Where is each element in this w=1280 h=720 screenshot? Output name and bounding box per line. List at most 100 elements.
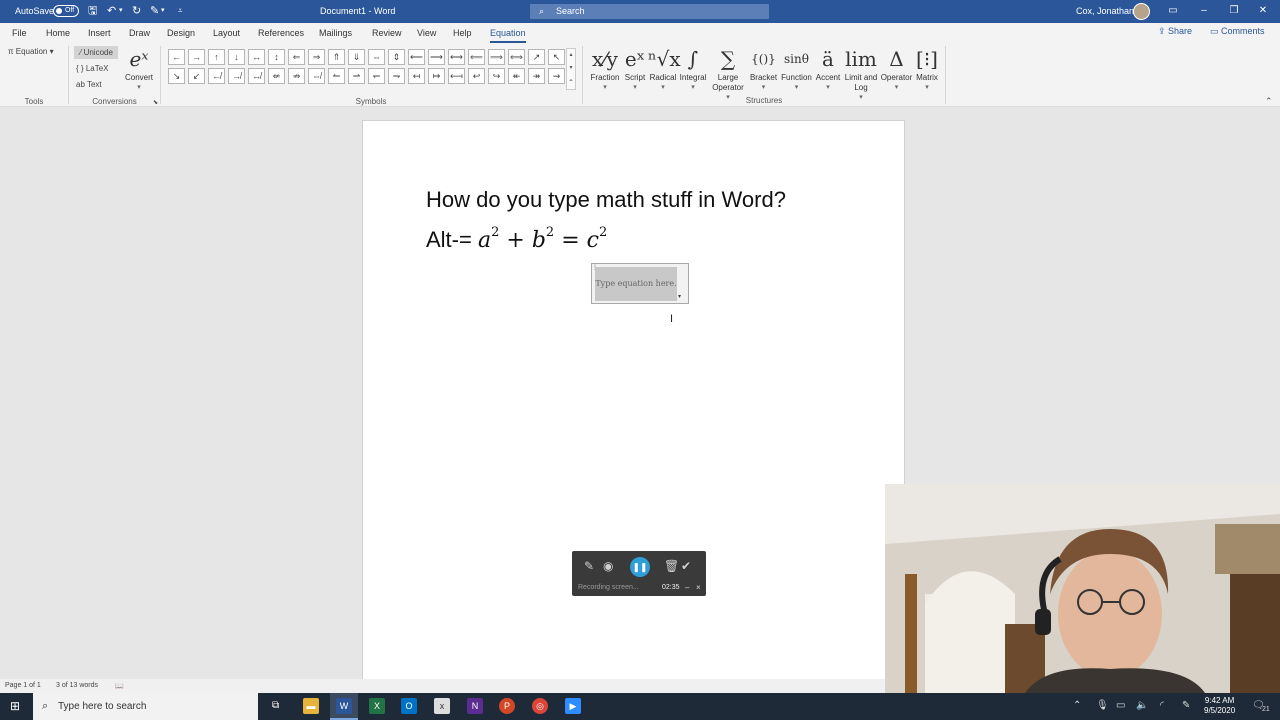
onenote-icon[interactable]: N bbox=[467, 698, 483, 714]
script-button[interactable]: eˣ Script ▾ bbox=[622, 45, 648, 93]
microphone-icon[interactable]: 🎙 bbox=[1096, 700, 1109, 711]
symbol-button[interactable]: ⟻ bbox=[448, 68, 465, 84]
accent-button[interactable]: ä Accent ▾ bbox=[814, 45, 842, 93]
bracket-button[interactable]: {()} Bracket ▾ bbox=[748, 45, 779, 93]
tab-help[interactable]: Help bbox=[453, 28, 472, 38]
format-painter-dropdown-icon[interactable]: ▾ bbox=[161, 4, 165, 18]
tab-view[interactable]: View bbox=[417, 28, 436, 38]
unicode-button[interactable]: ⁄ Unicode bbox=[74, 46, 118, 59]
chrome-icon[interactable]: ◎ bbox=[532, 698, 548, 714]
symbol-button[interactable]: ↚ bbox=[208, 68, 225, 84]
symbol-button[interactable]: ⇎ bbox=[308, 68, 325, 84]
symbols-scroll[interactable]: ▴ ▾ ⩡ bbox=[566, 48, 576, 90]
tab-mailings[interactable]: Mailings bbox=[319, 28, 352, 38]
word-icon[interactable]: W bbox=[336, 698, 352, 714]
fraction-button[interactable]: x⁄y Fraction ▾ bbox=[590, 45, 620, 93]
done-icon[interactable]: ✔ bbox=[681, 559, 691, 573]
symbol-button[interactable]: ⇁ bbox=[388, 68, 405, 84]
close-recorder-icon[interactable]: × bbox=[696, 583, 701, 592]
symbol-button[interactable]: ↔ bbox=[248, 49, 265, 65]
text-button[interactable]: ab Text bbox=[76, 80, 102, 89]
user-name[interactable]: Cox, Jonathan bbox=[1076, 6, 1134, 16]
trash-icon[interactable]: 🗑 bbox=[664, 559, 679, 573]
document-page[interactable]: How do you type math stuff in Word? Alt-… bbox=[362, 120, 905, 690]
symbol-button[interactable]: ⟷ bbox=[448, 49, 465, 65]
minimize-recorder-icon[interactable]: – bbox=[685, 583, 689, 592]
zoom-icon[interactable]: ▶ bbox=[565, 698, 581, 714]
collapse-ribbon-icon[interactable]: ⌃ bbox=[1265, 96, 1273, 107]
restore-icon[interactable]: ❐ bbox=[1224, 4, 1244, 18]
symbol-button[interactable]: ⟵ bbox=[408, 49, 425, 65]
save-icon[interactable]: 🖫 bbox=[88, 4, 97, 18]
autosave-toggle[interactable]: Off bbox=[53, 5, 79, 17]
scroll-up-icon[interactable]: ▴ bbox=[567, 49, 575, 62]
symbol-button[interactable]: ⇏ bbox=[288, 68, 305, 84]
pen-icon[interactable]: ✎ bbox=[584, 559, 594, 573]
outlook-icon[interactable]: O bbox=[401, 698, 417, 714]
symbol-button[interactable]: ↗ bbox=[528, 49, 545, 65]
battery-icon[interactable]: ▭ bbox=[1116, 700, 1125, 711]
symbol-button[interactable]: ↩ bbox=[468, 68, 485, 84]
file-explorer-icon[interactable]: ▬ bbox=[303, 698, 319, 714]
close-icon[interactable]: ✕ bbox=[1253, 4, 1273, 18]
symbol-button[interactable]: ↞ bbox=[508, 68, 525, 84]
symbol-button[interactable]: ⇔ bbox=[368, 49, 385, 65]
taskbar-search[interactable]: ⌕ Type here to search bbox=[33, 693, 258, 720]
symbol-button[interactable]: ⇍ bbox=[268, 68, 285, 84]
equation-placeholder[interactable]: Type equation here. bbox=[595, 267, 677, 301]
symbol-button[interactable]: ↑ bbox=[208, 49, 225, 65]
wifi-icon[interactable]: ◜ bbox=[1160, 700, 1164, 711]
tab-file[interactable]: File bbox=[12, 28, 27, 38]
symbol-button[interactable]: ↛ bbox=[228, 68, 245, 84]
taskbar-clock[interactable]: 9:42 AM 9/5/2020 bbox=[1204, 696, 1235, 716]
operator-button[interactable]: Δ Operator ▾ bbox=[880, 45, 913, 93]
equation-placeholder-box[interactable]: ⋮ Type equation here. ▾ bbox=[591, 263, 689, 304]
symbol-button[interactable]: ↪ bbox=[488, 68, 505, 84]
word-count[interactable]: 3 of 13 words bbox=[56, 682, 98, 689]
page-count[interactable]: Page 1 of 1 bbox=[5, 682, 41, 689]
integral-button[interactable]: ∫ Integral ▾ bbox=[678, 45, 708, 93]
tab-layout[interactable]: Layout bbox=[213, 28, 240, 38]
function-button[interactable]: sinθ Function ▾ bbox=[779, 45, 814, 93]
equation-button[interactable]: π Equation ▾ bbox=[8, 47, 54, 56]
equation[interactable]: a2 + b2 = c2 bbox=[478, 225, 607, 253]
symbol-button[interactable]: ⇕ bbox=[388, 49, 405, 65]
pause-button[interactable]: ❚❚ bbox=[630, 557, 650, 577]
symbol-button[interactable]: ↘ bbox=[168, 68, 185, 84]
radical-button[interactable]: ⁿ√x Radical ▾ bbox=[648, 45, 681, 93]
search-box[interactable]: ⌕ Search bbox=[530, 4, 769, 19]
more-symbols-icon[interactable]: ⩡ bbox=[567, 75, 575, 88]
comments-button[interactable]: ▭ Comments bbox=[1210, 26, 1265, 37]
tab-design[interactable]: Design bbox=[167, 28, 195, 38]
redo-icon[interactable]: ↻ bbox=[132, 4, 141, 18]
ribbon-display-options-icon[interactable]: ▭ bbox=[1163, 4, 1183, 18]
proofing-icon[interactable]: 📖 bbox=[115, 682, 124, 690]
tab-draw[interactable]: Draw bbox=[129, 28, 150, 38]
windows-start-icon[interactable]: ⊞ bbox=[10, 699, 20, 713]
symbol-button[interactable]: ⇐ bbox=[288, 49, 305, 65]
share-button[interactable]: ⇪ Share bbox=[1158, 26, 1192, 37]
undo-dropdown-icon[interactable]: ▾ bbox=[119, 4, 123, 18]
undo-icon[interactable]: ↶ bbox=[107, 4, 116, 18]
webcam-icon[interactable]: ◉ bbox=[603, 559, 613, 573]
symbol-button[interactable]: ⟶ bbox=[428, 49, 445, 65]
symbol-button[interactable]: → bbox=[188, 49, 205, 65]
scroll-down-icon[interactable]: ▾ bbox=[567, 62, 575, 75]
limit-and-log-button[interactable]: lim Limit and Log ▾ bbox=[842, 45, 880, 103]
symbol-button[interactable]: ⟺ bbox=[508, 49, 525, 65]
minimize-icon[interactable]: – bbox=[1194, 4, 1214, 18]
symbol-button[interactable]: ↮ bbox=[248, 68, 265, 84]
symbol-button[interactable]: ↦ bbox=[428, 68, 445, 84]
tab-references[interactable]: References bbox=[258, 28, 304, 38]
symbol-button[interactable]: ↓ bbox=[228, 49, 245, 65]
symbol-button[interactable]: ⇒ bbox=[308, 49, 325, 65]
symbol-button[interactable]: ⟸ bbox=[468, 49, 485, 65]
tab-home[interactable]: Home bbox=[46, 28, 70, 38]
avatar[interactable] bbox=[1133, 3, 1150, 20]
pen-workspace-icon[interactable]: ✎ bbox=[1182, 700, 1190, 711]
tab-equation[interactable]: Equation bbox=[490, 28, 526, 43]
powerpoint-icon[interactable]: P bbox=[499, 698, 515, 714]
convert-button[interactable]: eˣ Convert ▾ bbox=[123, 45, 155, 93]
matrix-button[interactable]: [⁝] Matrix ▾ bbox=[913, 45, 941, 93]
symbol-button[interactable]: ↖ bbox=[548, 49, 565, 65]
